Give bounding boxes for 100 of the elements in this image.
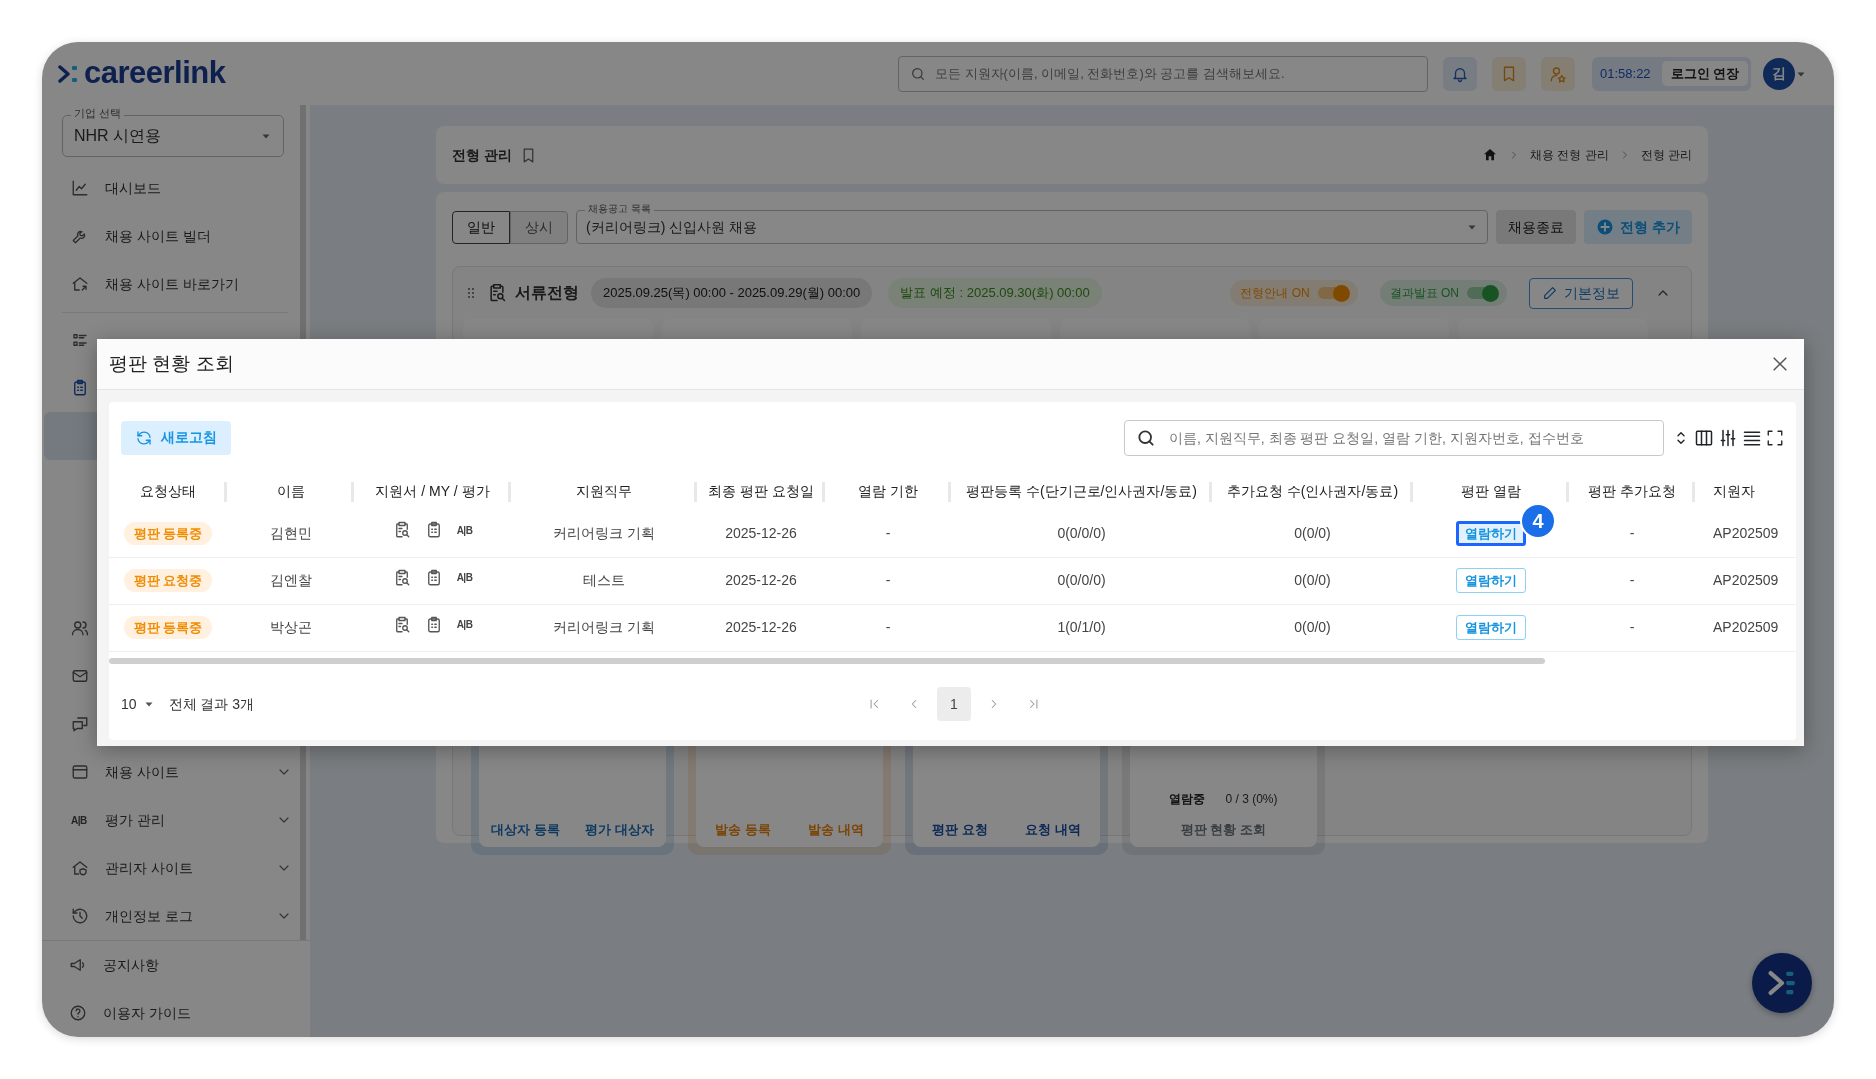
- card-link[interactable]: 요청 내역: [1025, 819, 1082, 839]
- extend-login-button[interactable]: 로그인 연장: [1661, 60, 1749, 87]
- column-header: 지원자: [1713, 483, 1755, 499]
- stat-value: 0 / 3 (0%): [1225, 790, 1278, 808]
- column-header: 요청상태: [140, 483, 196, 499]
- close-icon: [1770, 354, 1790, 374]
- sidebar-item[interactable]: 채용 사이트 바로가기: [62, 260, 300, 308]
- table-cell: 0(0/0): [1294, 572, 1331, 588]
- column-header: 평판등록 수(단기근로/인사권자/동료): [966, 483, 1197, 499]
- table-cell: 박상곤: [269, 619, 312, 635]
- evaluation-button[interactable]: A|B: [456, 617, 473, 632]
- table-cell: 0(0/0/0): [1057, 572, 1106, 588]
- help-icon: [69, 1004, 87, 1022]
- announcement-pill: 발표 예정 : 2025.09.30(화) 00:00: [888, 278, 1102, 308]
- logo-text: careerlink: [84, 54, 226, 93]
- table-cell: -: [1629, 524, 1635, 541]
- home-icon: [1482, 147, 1498, 163]
- table-cell: AP202509: [1713, 524, 1779, 541]
- card-link[interactable]: 평판 요청: [931, 819, 988, 839]
- card-link[interactable]: 대상자 등록: [491, 819, 561, 839]
- fullscreen-icon: [1766, 428, 1784, 447]
- status-badge: 평판 등록중: [123, 521, 213, 545]
- view-button[interactable]: 열람하기: [1456, 567, 1526, 594]
- page-button[interactable]: 1: [937, 687, 971, 721]
- stage-title: 서류전형: [515, 283, 579, 303]
- search-field[interactable]: 모든 지원자(이름, 이메일, 전화번호)와 공고를 검색해보세요.: [898, 55, 1428, 92]
- chat-launcher-button[interactable]: [1752, 953, 1812, 1013]
- sidebar-item[interactable]: 공지사항: [58, 941, 296, 989]
- select-value: (커리어링크) 신입사원 채용: [586, 217, 758, 237]
- sidebar-item[interactable]: 이용자 가이드: [58, 989, 296, 1037]
- sidebar-item[interactable]: 채용 사이트 빌더: [62, 212, 300, 260]
- table-cell: 테스트: [583, 572, 625, 588]
- column-header: 최종 평판 요청일: [708, 483, 814, 499]
- fullscreen-button[interactable]: [1766, 428, 1784, 447]
- step-callout-badge: 4: [1520, 502, 1556, 539]
- evaluation-button[interactable]: A|B: [456, 522, 473, 538]
- status-badge: 평판 요청중: [123, 569, 213, 592]
- table-cell: AP202509: [1713, 619, 1779, 635]
- pencil-icon: [1542, 285, 1558, 301]
- mode-toggle[interactable]: 상시: [510, 210, 568, 244]
- refresh-icon: [135, 428, 153, 447]
- table-cell: 2025-12-26: [725, 524, 797, 541]
- sidebar-item[interactable]: 채용 사이트: [62, 748, 300, 796]
- filter-button[interactable]: [1718, 427, 1738, 448]
- stat-label: 열람중: [1169, 790, 1206, 808]
- table-cell: -: [885, 619, 891, 635]
- table-cell: 0(0/0): [1294, 619, 1331, 635]
- first-page-icon: [867, 697, 881, 711]
- end-recruit-button[interactable]: 채용종료: [1496, 210, 1577, 244]
- sliders-icon: [1718, 427, 1738, 448]
- card-link[interactable]: 평가 대상자: [584, 819, 654, 839]
- column-header: 열람 기한: [858, 483, 918, 499]
- view-button[interactable]: 열람하기: [1456, 520, 1526, 546]
- breadcrumb-link[interactable]: 전형 관리: [1640, 146, 1692, 164]
- table-cell: 2025-12-26: [725, 572, 797, 588]
- modal-title: 평판 현황 조회: [109, 352, 234, 376]
- status-badge: 평판 등록중: [123, 616, 213, 639]
- select-label: 채용공고 목록: [585, 203, 654, 215]
- user-star-icon: [1549, 64, 1567, 83]
- mode-toggle[interactable]: 일반: [452, 210, 510, 244]
- column-header: 평판 열람: [1461, 483, 1521, 499]
- table-cell: 김엔찰: [269, 572, 312, 588]
- table-cell: 김현민: [269, 524, 312, 541]
- breadcrumb-link[interactable]: 채용 전형 관리: [1530, 146, 1609, 164]
- view-button[interactable]: 열람하기: [1456, 614, 1526, 641]
- table-cell: -: [885, 572, 891, 588]
- table-cell: -: [1629, 572, 1635, 588]
- period-pill: 2025.09.25(목) 00:00 - 2025.09.29(월) 00:00: [591, 278, 873, 308]
- notification-button[interactable]: [1443, 56, 1477, 91]
- page-title: 전형 관리: [452, 145, 512, 165]
- table-cell: 1(0/1/0): [1057, 619, 1106, 635]
- session-timer: 01:58:22: [1599, 64, 1652, 83]
- column-header: 지원직무: [576, 483, 632, 499]
- table-cell: 커리어링크 기획: [553, 524, 655, 541]
- search-icon: [910, 65, 926, 82]
- refresh-button[interactable]: 새로고침: [121, 420, 231, 455]
- plus-circle-icon: [1596, 218, 1615, 236]
- basic-info-button[interactable]: 기본정보: [1529, 277, 1633, 309]
- document-search-icon: [487, 283, 507, 303]
- select-value: NHR 시연용: [74, 126, 162, 146]
- column-header: 추가요청 수(인사권자/동료): [1226, 483, 1399, 499]
- select-label: 기업 선택: [71, 107, 125, 121]
- search-icon: [1136, 427, 1156, 448]
- ab-icon: A|B: [71, 812, 89, 828]
- card-link[interactable]: 평판 현황 조회: [1180, 819, 1267, 839]
- table-cell: 커리어링크 기획: [553, 619, 655, 635]
- table-cell: 0(0/0/0): [1057, 524, 1106, 541]
- column-header: 이름: [276, 483, 305, 499]
- search-field[interactable]: 이름, 지원직무, 최종 평판 요청일, 열람 기한, 지원자번호, 접수번호: [1124, 419, 1664, 456]
- sidebar-item[interactable]: 개인정보 로그: [62, 892, 300, 940]
- last-page-icon: [1027, 697, 1041, 711]
- page-size-select[interactable]: 10: [121, 693, 155, 715]
- user-avatar[interactable]: 김: [1763, 57, 1796, 90]
- column-header: 평판 추가요청: [1588, 483, 1676, 499]
- sidebar-item[interactable]: A|B 평가 관리: [62, 796, 300, 844]
- sidebar-item[interactable]: 관리자 사이트: [62, 844, 300, 892]
- table-cell: -: [885, 524, 891, 541]
- total-count: 전체 결과 3개: [168, 694, 255, 714]
- evaluation-button[interactable]: A|B: [456, 570, 473, 585]
- sidebar-item[interactable]: 대시보드: [62, 164, 300, 212]
